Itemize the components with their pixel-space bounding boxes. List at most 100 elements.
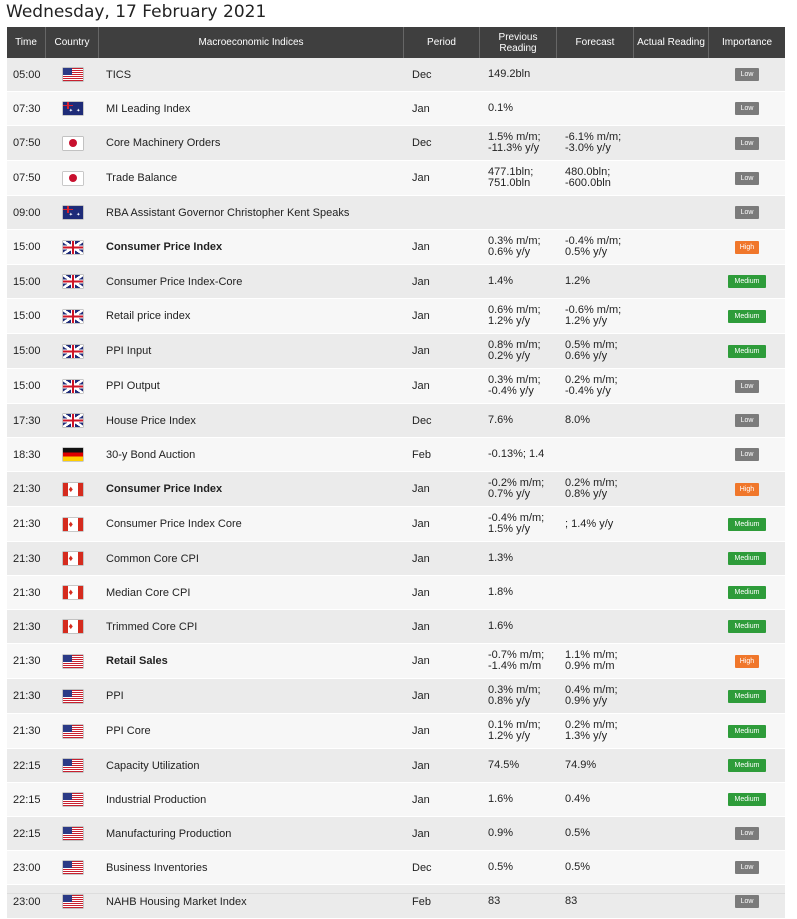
header-period[interactable]: Period [404, 27, 480, 58]
period-cell: Jan [412, 725, 430, 737]
canada-flag-icon [62, 586, 83, 599]
header-previous[interactable]: Previous Reading [480, 27, 557, 58]
forecast-cell: 0.5% [565, 861, 591, 873]
event-name[interactable]: Consumer Price Index-Core [99, 276, 404, 288]
period-cell: Jan [412, 620, 430, 633]
period-cell: Jan [412, 483, 430, 495]
previous-reading-cell: 7.6% [488, 414, 514, 426]
event-name[interactable]: TICS [99, 69, 404, 81]
table-row[interactable]: 15:00 Retail price index Jan 0.6% m/m; 1.2%… [7, 299, 785, 334]
table-row[interactable]: 18:30 30-y Bond Auction Feb -0.13%; 1.4 Low [7, 438, 785, 472]
table-row[interactable]: 21:30 Common Core CPI Jan 1.3% Medium [7, 542, 785, 576]
table-row[interactable]: 21:30 Trimmed Core CPI Jan 1.6% Medium [7, 610, 785, 644]
forecast-cell: -6.1% m/m; -3.0% y/y [565, 131, 622, 154]
header-actual[interactable]: Actual Reading [634, 27, 709, 58]
time-cell: 15:00 [13, 380, 41, 392]
country-cell [46, 240, 99, 254]
event-name[interactable]: PPI Input [99, 345, 404, 357]
table-row[interactable]: 15:00 Consumer Price Index Jan 0.3% m/m; 0.… [7, 230, 785, 265]
us-flag-icon [62, 689, 83, 703]
table-row[interactable]: 23:00 NAHB Housing Market Index Feb 83 83 Low [7, 885, 785, 919]
event-name[interactable]: Common Core CPI [99, 553, 404, 565]
event-name[interactable]: Manufacturing Production [99, 828, 404, 840]
event-name[interactable]: House Price Index [99, 415, 404, 427]
table-row[interactable]: 09:00 RBA Assistant Governor Christopher … [7, 196, 785, 230]
table-row[interactable]: 05:00 TICS Dec 149.2bln Low [7, 58, 785, 92]
time-cell: 15:00 [13, 310, 41, 322]
table-row[interactable]: 23:00 Business Inventories Dec 0.5% 0.5% Low [7, 851, 785, 885]
previous-reading-cell: -0.2% m/m; 0.7% y/y [488, 477, 545, 500]
time-cell: 07:30 [13, 102, 41, 115]
importance-badge: Medium [728, 552, 766, 565]
table-row[interactable]: 07:50 Core Machinery Orders Dec 1.5% m/m; -… [7, 126, 785, 161]
event-name[interactable]: Consumer Price Index Core [99, 518, 404, 530]
event-name[interactable]: PPI [99, 690, 404, 702]
country-cell [46, 275, 99, 288]
time-cell: 15:00 [13, 275, 41, 288]
us-flag-icon [62, 895, 83, 908]
event-name[interactable]: Median Core CPI [99, 587, 404, 599]
uk-flag-icon [62, 379, 83, 393]
table-row[interactable]: 21:30 PPI Core Jan 0.1% m/m; 1.2% y/y 0.2% m… [7, 714, 785, 749]
header-country[interactable]: Country [46, 27, 99, 58]
importance-badge: Low [735, 448, 759, 461]
event-name[interactable]: MI Leading Index [99, 103, 404, 115]
table-row[interactable]: 22:15 Capacity Utilization Jan 74.5% 74.9% Me… [7, 749, 785, 783]
table-row[interactable]: 21:30 Retail Sales Jan -0.7% m/m; -1.4% m/m… [7, 644, 785, 679]
importance-cell: Medium [709, 586, 785, 599]
importance-cell: Medium [709, 689, 785, 703]
event-name[interactable]: Business Inventories [99, 862, 404, 874]
importance-cell: Medium [709, 759, 785, 772]
previous-reading-cell: -0.4% m/m; 1.5% y/y [488, 512, 545, 535]
table-row[interactable]: 17:30 House Price Index Dec 7.6% 8.0% Low [7, 404, 785, 438]
event-name[interactable]: RBA Assistant Governor Christopher Kent … [99, 207, 404, 219]
event-name[interactable]: Industrial Production [99, 794, 404, 806]
table-row[interactable]: 22:15 Industrial Production Jan 1.6% 0.4% Med… [7, 783, 785, 817]
header-forecast[interactable]: Forecast [557, 27, 634, 58]
time-cell: 22:15 [13, 759, 41, 772]
event-name[interactable]: 30-y Bond Auction [99, 449, 404, 461]
table-row[interactable]: 15:00 PPI Input Jan 0.8% m/m; 0.2% y/y 0.5% … [7, 334, 785, 369]
time-cell: 07:50 [13, 172, 41, 184]
table-row[interactable]: 21:30 PPI Jan 0.3% m/m; 0.8% y/y 0.4% m/m; 0… [7, 679, 785, 714]
event-name[interactable]: Trimmed Core CPI [99, 621, 404, 633]
importance-badge: Low [735, 68, 759, 81]
header-time[interactable]: Time [7, 27, 46, 58]
header-indices[interactable]: Macroeconomic Indices [99, 27, 404, 58]
event-name[interactable]: Capacity Utilization [99, 760, 404, 772]
event-name[interactable]: Consumer Price Index [99, 483, 404, 495]
table-row[interactable]: 21:30 Consumer Price Index Core Jan -0.4% m… [7, 507, 785, 542]
event-name[interactable]: Consumer Price Index [99, 241, 404, 253]
forecast-cell: -0.4% m/m; 0.5% y/y [565, 235, 622, 258]
event-name[interactable]: Retail Sales [99, 655, 404, 667]
table-row[interactable]: 15:00 Consumer Price Index-Core Jan 1.4% 1.2… [7, 265, 785, 299]
us-flag-icon [62, 793, 83, 806]
event-name[interactable]: NAHB Housing Market Index [99, 896, 404, 908]
table-row[interactable]: 22:15 Manufacturing Production Jan 0.9% 0.5%… [7, 817, 785, 851]
time-cell: 23:00 [13, 861, 41, 874]
header-importance[interactable]: Importance [709, 27, 785, 58]
table-row[interactable]: 07:30 MI Leading Index Jan 0.1% Low [7, 92, 785, 126]
event-name[interactable]: Trade Balance [99, 172, 404, 184]
time-cell: 21:30 [13, 725, 41, 737]
canada-flag-icon [62, 517, 83, 531]
table-row[interactable]: 21:30 Consumer Price Index Jan -0.2% m/m; 0… [7, 472, 785, 507]
event-name[interactable]: Retail price index [99, 310, 404, 322]
country-cell [46, 68, 99, 81]
forecast-cell: 74.9% [565, 759, 597, 771]
page-margin [786, 27, 797, 893]
importance-cell: Medium [709, 620, 785, 633]
importance-cell: Medium [709, 275, 785, 288]
event-name[interactable]: PPI Core [99, 725, 404, 737]
table-row[interactable]: 07:50 Trade Balance Jan 477.1bln; 751.0bln 4… [7, 161, 785, 196]
table-row[interactable]: 15:00 PPI Output Jan 0.3% m/m; -0.4% y/y 0.2… [7, 369, 785, 404]
event-name[interactable]: Core Machinery Orders [99, 137, 404, 149]
forecast-cell: 0.4% m/m; 0.9% y/y [565, 684, 618, 707]
event-name[interactable]: PPI Output [99, 380, 404, 392]
us-flag-icon [62, 861, 83, 874]
canada-flag-icon [62, 620, 83, 633]
importance-badge: Medium [728, 724, 766, 738]
country-cell [46, 309, 99, 323]
country-cell [46, 344, 99, 358]
table-row[interactable]: 21:30 Median Core CPI Jan 1.8% Medium [7, 576, 785, 610]
